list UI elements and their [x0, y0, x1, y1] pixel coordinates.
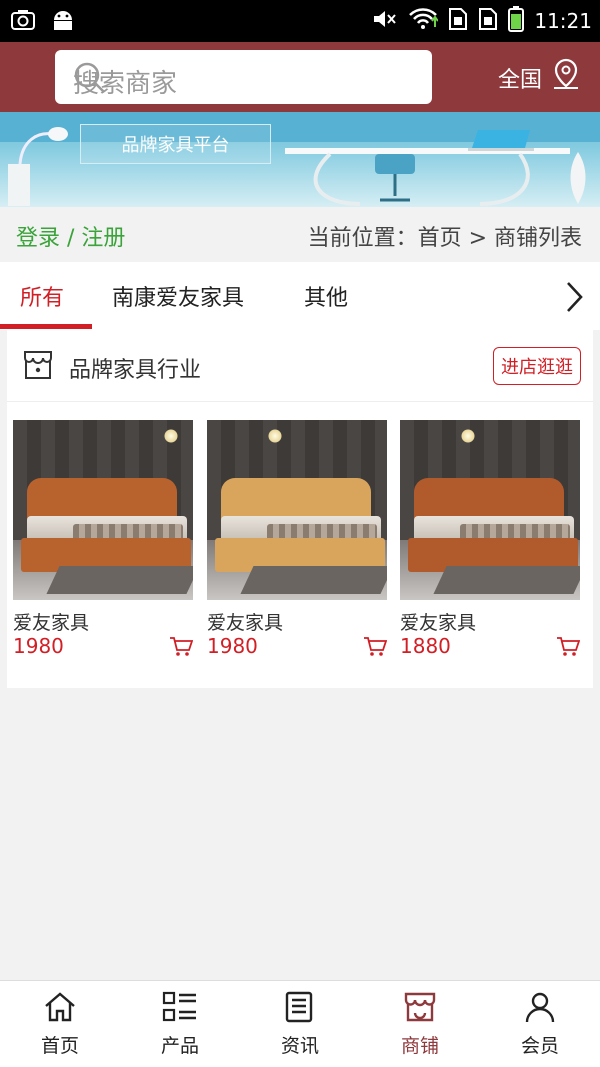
- nav-products-label: 产品: [160, 1035, 199, 1057]
- product-image[interactable]: [207, 420, 387, 600]
- product-image[interactable]: [13, 420, 193, 600]
- breadcrumb: 当前位置：首页 > 商铺列表: [307, 226, 582, 251]
- grid-list-icon: [162, 991, 198, 1027]
- product-card[interactable]: 爱友家具 1980: [13, 420, 194, 658]
- store-card: 品牌家具行业 进店逛逛 爱友家具 1980 爱友家具 1980 爱友家具 188…: [7, 330, 593, 688]
- cart-icon[interactable]: [556, 636, 581, 662]
- location-pin-icon: [550, 58, 582, 98]
- android-icon: [50, 8, 76, 36]
- chevron-right-icon[interactable]: [564, 280, 584, 318]
- store-name: 品牌家具行业: [69, 358, 202, 383]
- sim-icon: [448, 7, 468, 35]
- nav-member-label: 会员: [520, 1035, 559, 1057]
- status-time: 11:21: [534, 9, 592, 33]
- nav-stores[interactable]: 商铺: [360, 991, 480, 1058]
- product-title: 爱友家具: [207, 612, 284, 634]
- nav-news[interactable]: 资讯: [240, 991, 360, 1058]
- product-price: 1880: [400, 634, 451, 658]
- tab-other[interactable]: 其他: [304, 280, 348, 312]
- home-icon: [43, 992, 77, 1027]
- banner-label: 品牌家具平台: [80, 124, 271, 164]
- user-icon: [524, 992, 556, 1027]
- region-selector[interactable]: 全国: [498, 58, 582, 98]
- search-icon[interactable]: [73, 61, 416, 102]
- product-card[interactable]: 爱友家具 1980: [207, 420, 388, 658]
- visit-store-button[interactable]: 进店逛逛: [493, 347, 581, 385]
- login-register-link[interactable]: 登录 / 注册: [16, 220, 125, 252]
- search-input[interactable]: 搜索商家: [55, 50, 432, 104]
- product-price: 1980: [207, 634, 258, 658]
- app-header: 搜索商家 全国: [0, 42, 600, 112]
- news-icon: [284, 991, 316, 1027]
- wifi-icon: [408, 7, 440, 35]
- promo-banner[interactable]: 品牌家具平台: [0, 112, 600, 207]
- nav-home[interactable]: 首页: [0, 991, 120, 1058]
- nav-news-label: 资讯: [280, 1035, 319, 1057]
- product-title: 爱友家具: [400, 612, 477, 634]
- nav-member[interactable]: 会员: [480, 991, 600, 1058]
- product-title: 爱友家具: [13, 612, 90, 634]
- active-tab-indicator: [0, 324, 92, 329]
- region-label: 全国: [497, 68, 542, 93]
- product-card[interactable]: 爱友家具 1880: [400, 420, 581, 658]
- battery-icon: [508, 6, 525, 36]
- tab-nankang-aiyou[interactable]: 南康爱友家具: [112, 280, 244, 312]
- cart-icon[interactable]: [363, 636, 388, 662]
- bottom-nav: 首页 产品 资讯 商铺 会员: [0, 980, 600, 1067]
- store-icon: [403, 992, 437, 1027]
- breadcrumb-bar: 登录 / 注册 当前位置：首页 > 商铺列表: [0, 207, 600, 262]
- mute-icon: [372, 8, 398, 34]
- nav-products[interactable]: 产品: [120, 991, 240, 1058]
- nav-home-label: 首页: [40, 1035, 79, 1057]
- category-tabs: 所有 南康爱友家具 其他: [0, 262, 600, 330]
- status-bar: 11:21: [0, 0, 600, 42]
- screenshot-icon: [10, 8, 36, 36]
- store-icon: [22, 348, 54, 386]
- product-image[interactable]: [400, 420, 580, 600]
- sim-icon-2: [478, 7, 498, 35]
- cart-icon[interactable]: [169, 636, 194, 662]
- nav-stores-label: 商铺: [400, 1035, 439, 1057]
- product-price: 1980: [13, 634, 64, 658]
- store-header: 品牌家具行业 进店逛逛: [7, 330, 593, 402]
- tab-all[interactable]: 所有: [20, 280, 64, 312]
